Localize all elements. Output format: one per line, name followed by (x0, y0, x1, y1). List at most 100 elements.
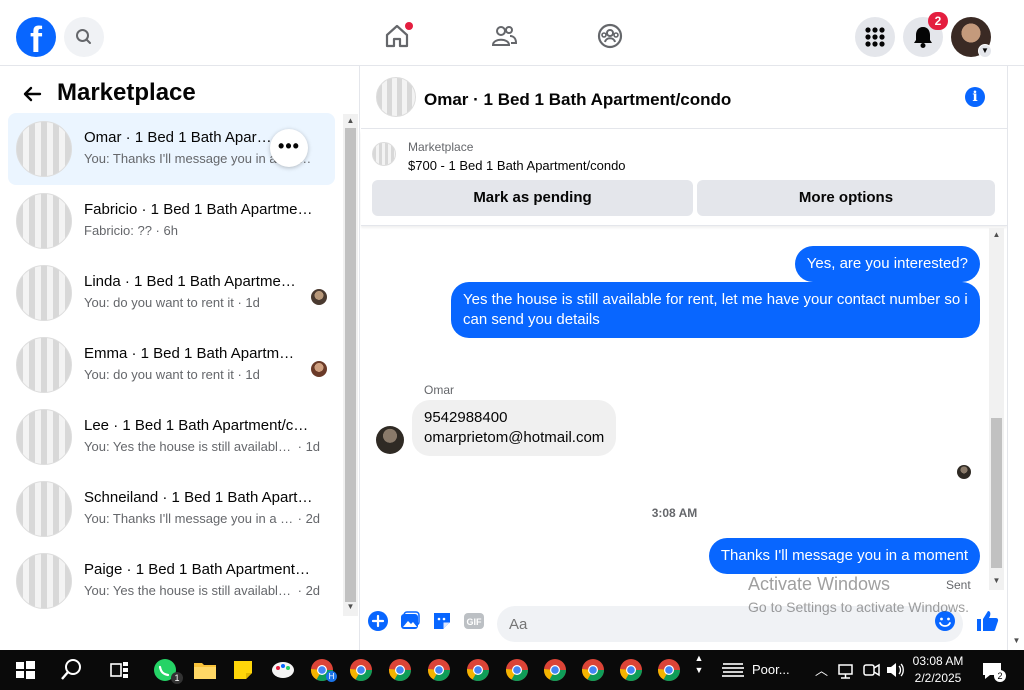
notification-count-badge: 2 (928, 12, 948, 30)
conversation-name: Fabricio · 1 Bed 1 Bath Apartment/condo (84, 201, 314, 218)
seen-avatar (311, 361, 327, 377)
chat-header: Omar · 1 Bed 1 Bath Apartment/condo i (361, 66, 1007, 129)
whatsapp-badge: 1 (171, 672, 183, 684)
weather-status[interactable]: Poor... (752, 662, 790, 677)
conversation-more-button[interactable]: ••• (270, 129, 308, 167)
search-button[interactable] (64, 17, 104, 57)
conversation-preview: You: do you want to rent it · 1d (84, 295, 260, 310)
top-navbar: f 2 ▼ (0, 0, 1024, 66)
chevron-down-icon[interactable]: ▼ (978, 44, 992, 58)
seen-avatar (957, 465, 971, 479)
incoming-message-line: omarprietom@hotmail.com (424, 429, 605, 446)
conversation-item[interactable]: Omar · 1 Bed 1 Bath Apartment/condo You:… (8, 113, 335, 185)
meet-now-icon[interactable] (861, 655, 881, 685)
conversation-list: Omar · 1 Bed 1 Bath Apartment/condo You:… (8, 113, 335, 617)
scroll-up-arrow-icon[interactable]: ▲ (989, 230, 1004, 239)
photo-icon[interactable] (399, 610, 421, 632)
facebook-logo-icon[interactable]: f (16, 17, 56, 57)
groups-icon[interactable] (596, 22, 624, 50)
chat-title[interactable]: Omar · 1 Bed 1 Bath Apartment/condo (424, 90, 731, 110)
listing-thumbnail (16, 337, 72, 393)
chrome-icon[interactable] (654, 655, 684, 685)
back-arrow-icon[interactable] (22, 84, 42, 110)
scroll-down-arrow-icon[interactable]: ▼ (1009, 636, 1024, 645)
plus-circle-icon[interactable] (367, 610, 389, 632)
conversation-item[interactable]: Fabricio · 1 Bed 1 Bath Apartment/condo … (8, 185, 335, 257)
conversation-item[interactable]: Linda · 1 Bed 1 Bath Apartment/condo You… (8, 257, 335, 329)
chrome-profile-badge: H (326, 671, 337, 682)
conversation-preview: Fabricio: ?? · 6h (84, 223, 178, 238)
chevron-up-icon[interactable]: ︿ (815, 660, 828, 679)
sticker-icon[interactable] (431, 610, 453, 632)
conversation-item[interactable]: Emma · 1 Bed 1 Bath Apartment/condo You:… (8, 329, 335, 401)
conversation-name: Emma · 1 Bed 1 Bath Apartment/condo (84, 345, 299, 362)
listing-card: Marketplace $700 - 1 Bed 1 Bath Apartmen… (361, 130, 1007, 226)
listing-label: Marketplace (408, 140, 474, 154)
chrome-icon[interactable] (346, 655, 376, 685)
chrome-icon[interactable] (578, 655, 608, 685)
friends-icon[interactable] (490, 22, 518, 50)
more-options-button[interactable]: More options (697, 180, 995, 216)
listing-thumbnail[interactable] (376, 77, 416, 117)
scroll-down-arrow-icon[interactable]: ▼ (989, 576, 1004, 585)
sidebar-scrollbar[interactable]: ▲ ▼ (343, 114, 358, 616)
thumbs-up-icon[interactable] (974, 608, 1000, 634)
listing-thumbnail (16, 193, 72, 249)
listing-thumbnail (16, 481, 72, 537)
listing-thumbnail[interactable] (372, 142, 396, 166)
conversation-preview: You: Yes the house is still available fo… (84, 439, 321, 454)
chrome-icon[interactable] (463, 655, 493, 685)
volume-icon[interactable] (884, 655, 906, 685)
conversation-preview: You: do you want to rent it · 1d (84, 367, 260, 382)
mark-as-pending-button[interactable]: Mark as pending (372, 180, 693, 216)
info-icon[interactable]: i (965, 87, 985, 107)
conversation-name: Linda · 1 Bed 1 Bath Apartment/condo (84, 273, 304, 290)
activate-windows-watermark: Activate Windows Go to Settings to activ… (748, 574, 969, 615)
chrome-icon[interactable] (616, 655, 646, 685)
chat-scroll-thumb[interactable] (991, 418, 1002, 568)
conversation-item[interactable]: Lee · 1 Bed 1 Bath Apartment/condo You: … (8, 401, 335, 473)
search-icon[interactable] (57, 655, 87, 685)
gif-icon[interactable]: GIF (463, 610, 485, 632)
chrome-icon[interactable] (502, 655, 532, 685)
grid-menu-icon (865, 27, 885, 47)
marketplace-sidebar: Marketplace Omar · 1 Bed 1 Bath Apartmen… (0, 66, 360, 650)
outgoing-message[interactable]: Yes, are you interested? (794, 246, 980, 282)
message-thread: Yes, are you interested? Yes the house i… (361, 228, 988, 598)
svg-text:GIF: GIF (467, 617, 483, 627)
taskbar-overflow-arrows[interactable]: ▲ ▼ (692, 652, 706, 676)
sidebar-scroll-thumb[interactable] (345, 128, 356, 602)
menu-button[interactable] (855, 17, 895, 57)
windows-taskbar: 1 H ▲ ▼ Poor... ︿ 03:08 AM 2/2/2025 2 (0, 650, 1024, 690)
conversation-item[interactable]: Paige · 1 Bed 1 Bath Apartment/condo You… (8, 545, 335, 617)
clock-date[interactable]: 2/2/2025 (912, 671, 964, 685)
windows-start-icon[interactable] (10, 655, 40, 685)
conversation-item[interactable]: Schneiland · 1 Bed 1 Bath Apartment/cond… (8, 473, 335, 545)
incoming-message[interactable]: 9542988400 omarprietom@hotmail.com (412, 400, 617, 456)
weather-haze-icon[interactable] (718, 655, 748, 685)
listing-thumbnail (16, 553, 72, 609)
listing-price-title[interactable]: $700 - 1 Bed 1 Bath Apartment/condo (408, 158, 626, 173)
seen-avatar (311, 289, 327, 305)
task-view-icon[interactable] (105, 655, 135, 685)
sender-avatar[interactable] (376, 426, 404, 454)
chat-scrollbar[interactable]: ▲ ▼ (989, 228, 1004, 590)
home-notification-dot (405, 22, 413, 30)
network-icon[interactable] (836, 655, 856, 685)
clock-time[interactable]: 03:08 AM (912, 654, 964, 668)
right-edge-scrollbar: ▼ (1007, 66, 1024, 650)
conversation-name: Lee · 1 Bed 1 Bath Apartment/condo (84, 417, 314, 434)
outgoing-message[interactable]: Yes the house is still available for ren… (451, 282, 980, 338)
scroll-down-arrow-icon[interactable]: ▼ (343, 602, 358, 611)
sidebar-title: Marketplace (57, 79, 196, 106)
paint-icon[interactable] (268, 655, 298, 685)
chrome-icon[interactable] (385, 655, 415, 685)
notification-count-badge: 2 (994, 670, 1006, 682)
sticky-notes-icon[interactable] (228, 655, 258, 685)
chrome-icon[interactable] (424, 655, 454, 685)
outgoing-message[interactable]: Thanks I'll message you in a moment (708, 538, 980, 574)
file-explorer-icon[interactable] (190, 655, 220, 685)
chrome-icon[interactable] (540, 655, 570, 685)
chat-pane: Omar · 1 Bed 1 Bath Apartment/condo i Ma… (361, 66, 1024, 650)
scroll-up-arrow-icon[interactable]: ▲ (343, 116, 358, 125)
